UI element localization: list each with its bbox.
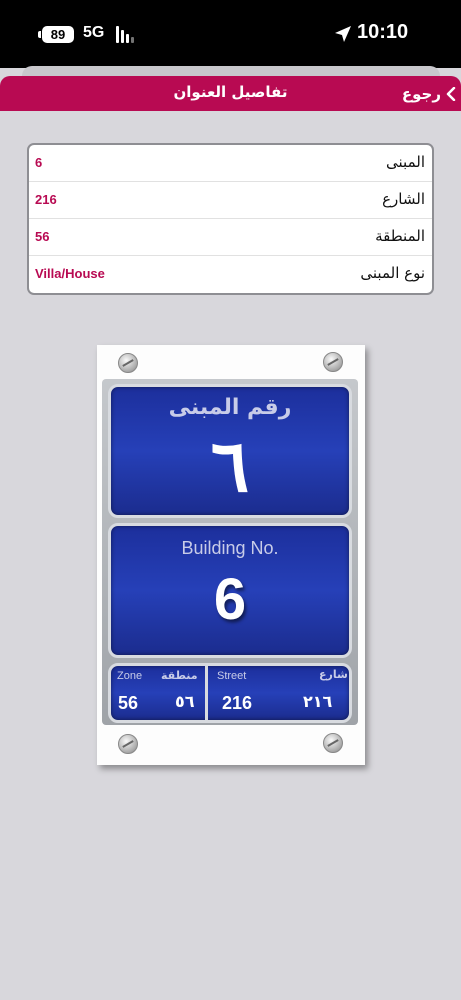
battery-icon: 89	[42, 26, 74, 43]
plate-zone-street-panel: Zone منطقة 56 ٥٦ Street شارع 216 ٢١٦	[108, 663, 352, 723]
signal-icon	[116, 26, 138, 43]
detail-value: 216	[35, 192, 57, 207]
screw-icon	[323, 352, 343, 372]
screw-icon	[118, 734, 138, 754]
zone-label-en: Zone	[117, 670, 143, 682]
detail-label: المنطقة	[375, 227, 425, 245]
street-number-ar: ٢١٦	[303, 692, 333, 711]
detail-value: Villa/House	[35, 266, 105, 281]
clock: 10:10	[357, 21, 409, 43]
plate-building-label-en: Building No.	[181, 538, 279, 558]
plate-divider	[205, 666, 208, 720]
screw-icon	[118, 353, 138, 373]
plate-english-panel: Building No. 6	[108, 523, 352, 658]
plate-building-label-ar: رقم المبنى	[168, 395, 292, 420]
status-bar: 89 5G 10:10	[0, 0, 461, 68]
location-arrow-icon	[335, 26, 351, 42]
plate-arabic-panel: رقم المبنى ٦	[108, 384, 352, 518]
header-bar: تفاصيل العنوان رجوع	[0, 76, 461, 111]
detail-label: المبنى	[386, 153, 425, 171]
detail-label: الشارع	[382, 190, 425, 208]
street-label-en: Street	[217, 670, 247, 682]
detail-row-zone: المنطقة 56	[29, 219, 432, 256]
network-type: 5G	[83, 24, 105, 41]
detail-row-street: الشارع 216	[29, 182, 432, 219]
building-plate-image: رقم المبنى ٦ Building No. 6 Zone منطقة 5…	[97, 345, 365, 765]
plate-frame: رقم المبنى ٦ Building No. 6 Zone منطقة 5…	[102, 379, 358, 725]
address-details-card: المبنى 6 الشارع 216 المنطقة 56 نوع المبن…	[27, 143, 434, 295]
plate-building-number-ar: ٦	[210, 423, 250, 508]
zone-number-ar: ٥٦	[175, 692, 195, 711]
back-button-label: رجوع	[401, 85, 441, 103]
detail-label: نوع المبنى	[360, 264, 425, 282]
plate-building-number-en: 6	[213, 567, 247, 632]
detail-value: 56	[35, 229, 50, 244]
back-button[interactable]: رجوع	[402, 82, 457, 106]
battery-cap	[38, 31, 41, 38]
detail-row-building-type: نوع المبنى Villa/House	[29, 256, 432, 293]
street-label-ar: شارع	[319, 668, 348, 681]
zone-label-ar: منطقة	[161, 669, 198, 682]
page-title: تفاصيل العنوان	[173, 83, 288, 101]
detail-row-building: المبنى 6	[29, 145, 432, 182]
zone-number-en: 56	[118, 693, 139, 713]
detail-value: 6	[35, 155, 43, 170]
screw-icon	[323, 733, 343, 753]
chevron-left-icon	[446, 87, 456, 101]
street-number-en: 216	[222, 693, 253, 713]
